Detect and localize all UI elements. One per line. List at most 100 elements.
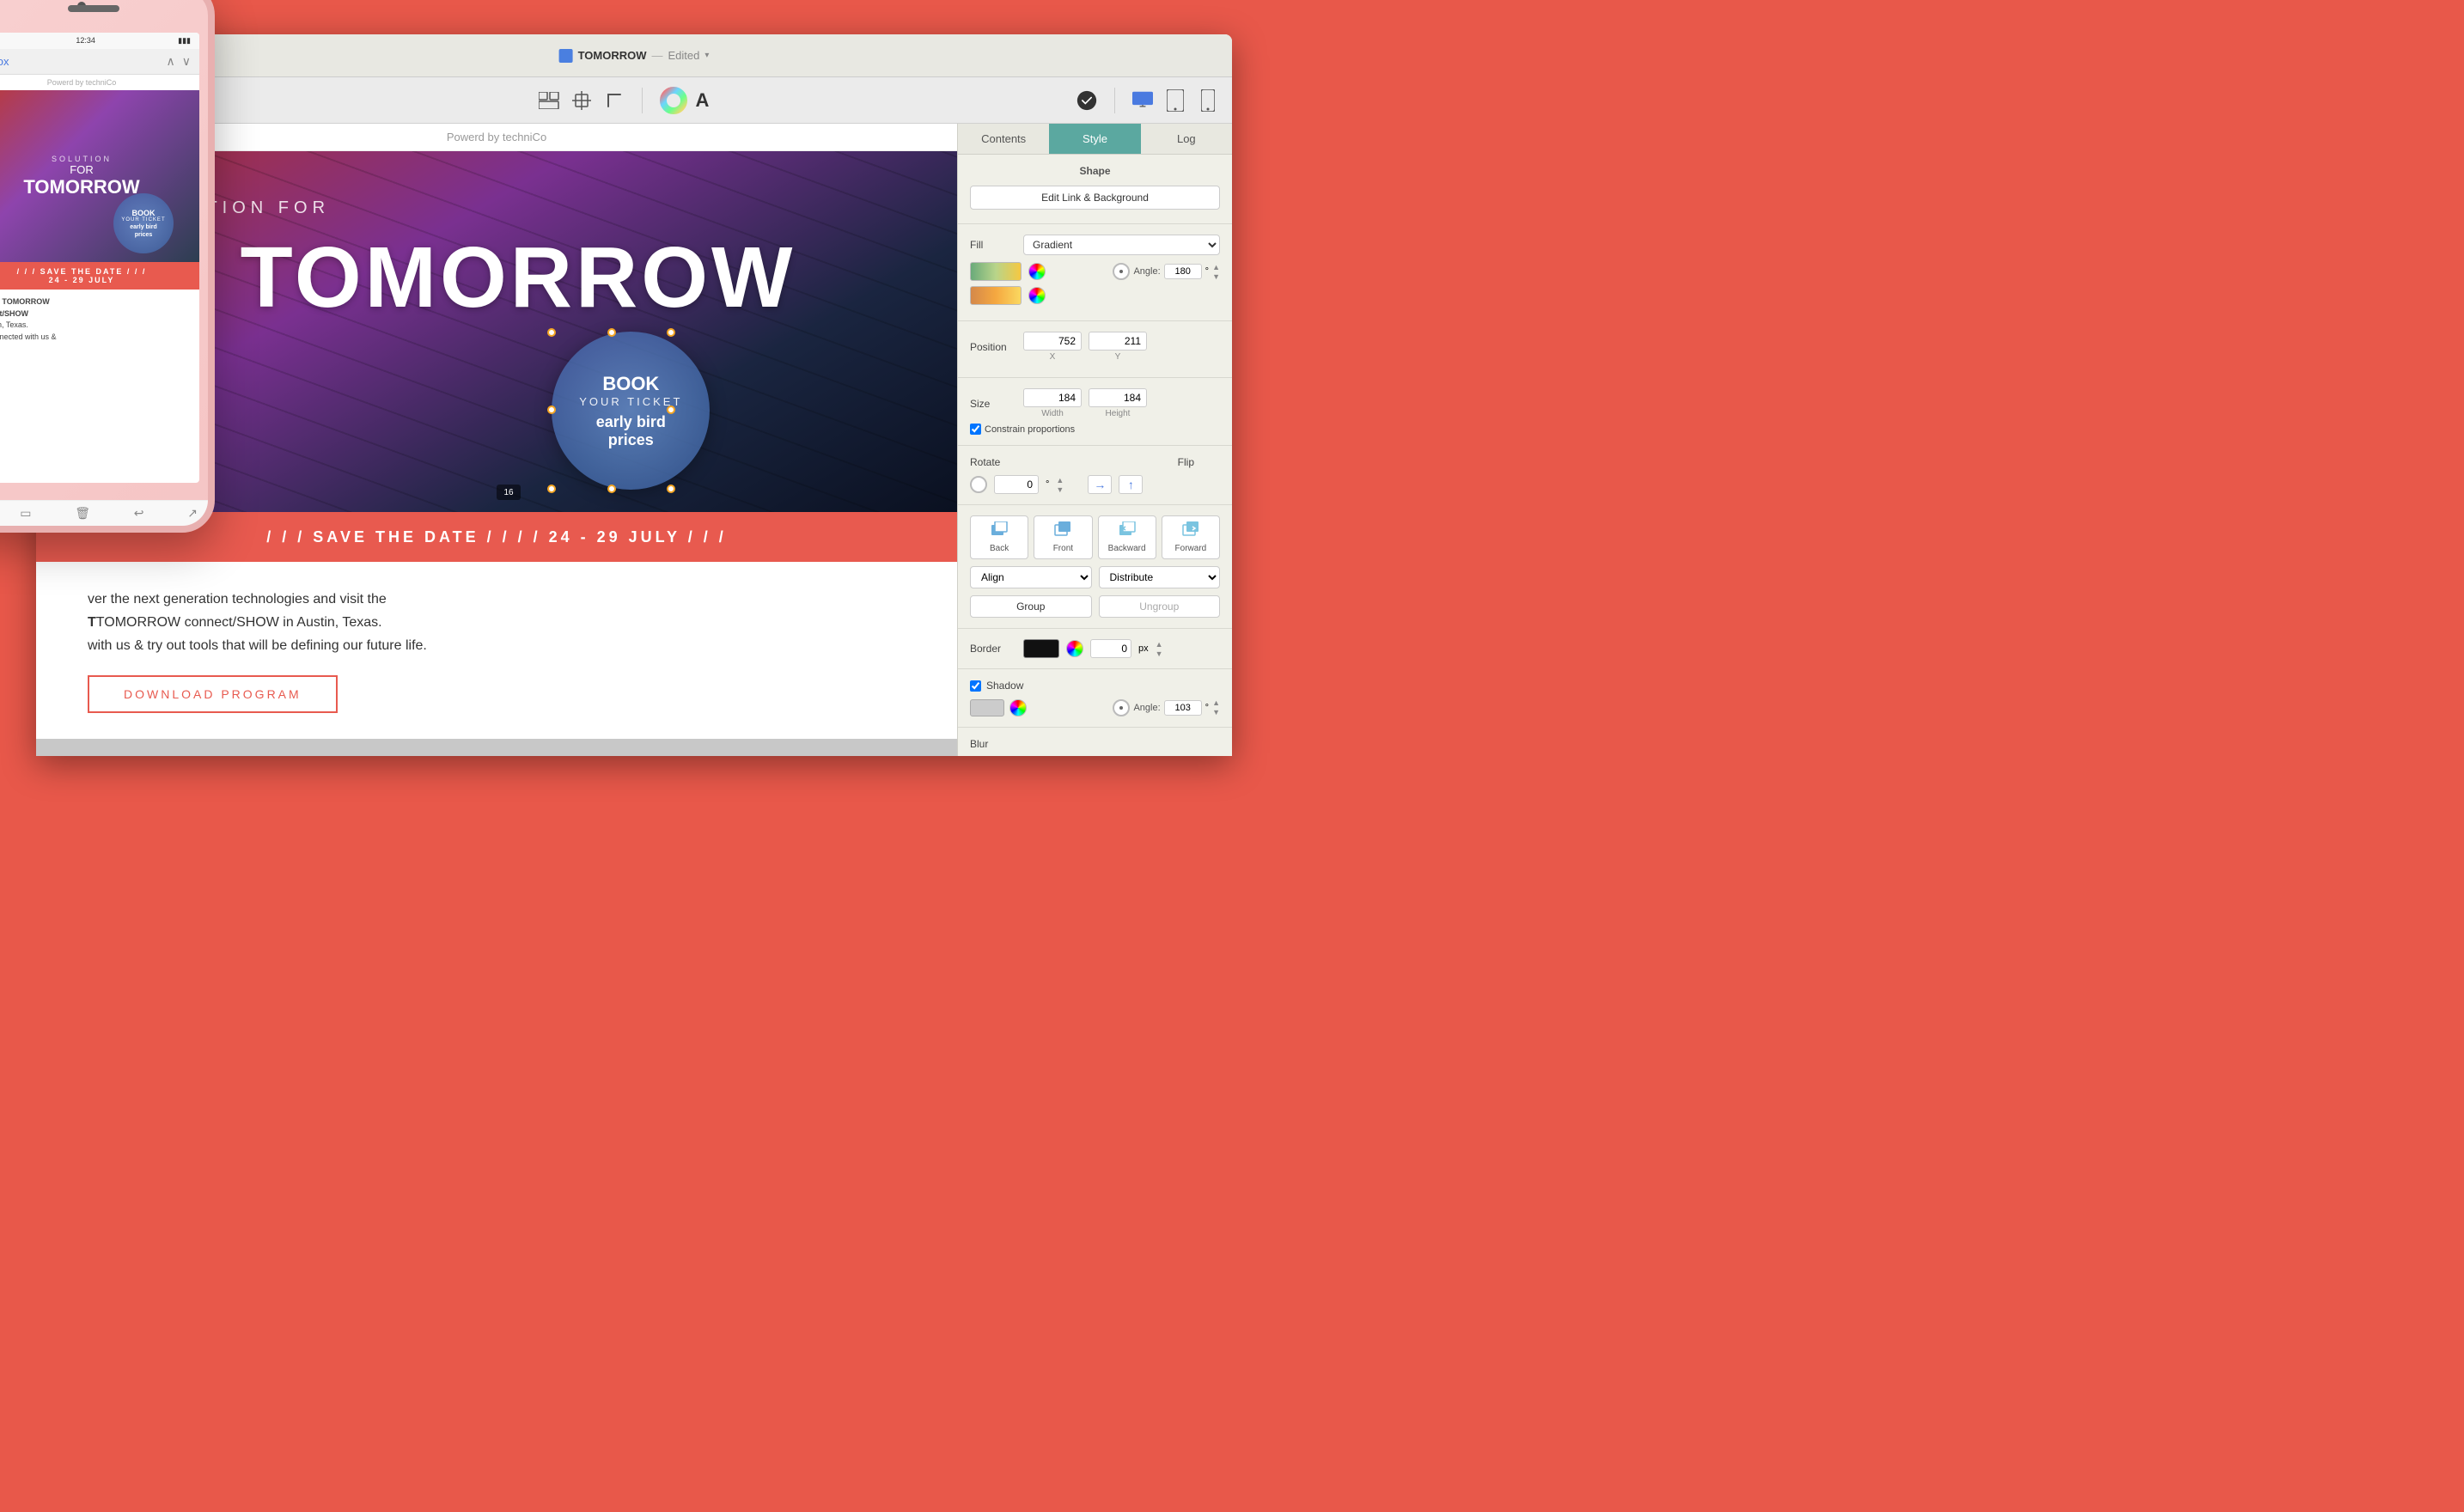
rotate-down[interactable]: ▼: [1056, 485, 1064, 494]
flip-horizontal-button[interactable]: →: [1088, 475, 1112, 494]
sel-handle-bl[interactable]: [547, 485, 556, 493]
position-section: Position X Y: [958, 321, 1232, 378]
blur-label-row: Blur: [970, 738, 1220, 750]
width-input-group: Width: [1023, 388, 1082, 418]
angle-up[interactable]: ▲: [1212, 263, 1220, 271]
border-down[interactable]: ▼: [1156, 649, 1163, 658]
shadow-angle-knob[interactable]: [1113, 699, 1130, 716]
save-date-text: / / / SAVE THE DATE / / / / 24 - 29 JULY…: [266, 528, 726, 546]
corner-icon[interactable]: [604, 90, 625, 111]
phone-inbox-label[interactable]: Inbox: [0, 55, 9, 68]
align-select[interactable]: Align: [970, 566, 1092, 588]
rotate-knob[interactable]: [970, 476, 987, 493]
fill-row: Fill Gradient: [970, 235, 1220, 255]
gradient-swatch-2[interactable]: [970, 286, 1022, 305]
crosshair-icon[interactable]: [571, 90, 592, 111]
tab-style[interactable]: Style: [1049, 124, 1140, 154]
arrange-buttons: Back Front Backward: [970, 515, 1220, 559]
phone-nav-up[interactable]: ∧: [167, 54, 175, 69]
window-title-area: TOMORROW — Edited ▾: [559, 49, 710, 63]
backward-button[interactable]: Backward: [1098, 515, 1156, 559]
shape-section-title: Shape: [970, 165, 1220, 177]
group-button[interactable]: Group: [970, 595, 1092, 618]
fill-type-select[interactable]: Gradient: [1023, 235, 1220, 255]
layout-icon[interactable]: [539, 90, 559, 111]
shadow-angle-input[interactable]: [1164, 700, 1202, 716]
angle-unit: °: [1205, 266, 1209, 277]
sel-handle-tc[interactable]: [607, 328, 616, 337]
body-text-2: TTOMORROW connect/SHOW in Austin, Texas.: [88, 615, 382, 630]
tablet-icon[interactable]: [1165, 90, 1186, 111]
rotate-up[interactable]: ▲: [1056, 476, 1064, 485]
size-label: Size: [970, 398, 1016, 410]
angle-input[interactable]: [1164, 264, 1202, 279]
shadow-label: Shadow: [986, 680, 1023, 692]
phone-body-4: Get connected with us &: [0, 332, 191, 344]
tab-log[interactable]: Log: [1141, 124, 1232, 154]
flip-vertical-button[interactable]: ↑: [1119, 475, 1143, 494]
y-label: Y: [1089, 352, 1147, 362]
border-color-circle[interactable]: [1066, 640, 1083, 657]
shadow-color-circle[interactable]: [1009, 699, 1027, 716]
phone-circle-book: BOOK: [132, 209, 156, 217]
shadow-angle-spinners: ▲ ▼: [1212, 698, 1220, 716]
blur-section: Blur px ▲ ▼: [958, 728, 1232, 756]
sel-handle-tl[interactable]: [547, 328, 556, 337]
phone-body-3: in Austin, Texas.: [0, 320, 191, 332]
color-circle-2[interactable]: [1028, 287, 1046, 304]
position-x-input[interactable]: [1023, 332, 1082, 351]
phone-speaker: [68, 5, 119, 12]
constrain-checkbox[interactable]: [970, 424, 981, 435]
border-width-input[interactable]: [1090, 639, 1131, 658]
color-wheel-icon[interactable]: [660, 87, 687, 114]
shadow-angle-down[interactable]: ▼: [1212, 708, 1220, 716]
border-row: Border px ▲ ▼: [970, 639, 1220, 658]
circle-element[interactable]: BOOK YOUR TICKET early bird prices: [552, 332, 710, 490]
constrain-row: Constrain proportions: [970, 424, 1220, 435]
position-row: Position X Y: [970, 332, 1220, 362]
distribute-select[interactable]: Distribute: [1099, 566, 1221, 588]
edit-link-background-button[interactable]: Edit Link & Background: [970, 186, 1220, 210]
sel-handle-bc[interactable]: [607, 485, 616, 493]
check-icon[interactable]: [1076, 90, 1097, 111]
rotate-label: Rotate: [970, 456, 1000, 468]
rotate-input[interactable]: [994, 475, 1039, 494]
backward-icon: [1118, 521, 1137, 541]
phone-nav-down[interactable]: ∨: [182, 54, 191, 69]
position-y-input[interactable]: [1089, 332, 1147, 351]
toolbar-separator-3: [1114, 88, 1115, 113]
group-row: Group Ungroup: [970, 595, 1220, 618]
border-up[interactable]: ▲: [1156, 640, 1163, 649]
tab-contents[interactable]: Contents: [958, 124, 1049, 154]
edited-label: Edited: [668, 49, 700, 62]
font-icon[interactable]: A: [692, 90, 713, 111]
color-circle-1[interactable]: [1028, 263, 1046, 280]
border-color-swatch[interactable]: [1023, 639, 1059, 658]
phone-circle-your: YOUR TICKET: [121, 217, 165, 223]
width-input[interactable]: [1023, 388, 1082, 407]
forward-button[interactable]: Forward: [1162, 515, 1220, 559]
front-button[interactable]: Front: [1034, 515, 1092, 559]
angle-down[interactable]: ▼: [1212, 272, 1220, 281]
front-icon: [1053, 521, 1072, 541]
gradient-swatch-1[interactable]: [970, 262, 1022, 281]
phone-tomorrow-bold: TOMORROW: [2, 297, 49, 306]
sel-handle-ml[interactable]: [547, 405, 556, 414]
phone-body-2: connect/SHOW: [0, 308, 191, 320]
shadow-checkbox[interactable]: [970, 680, 981, 692]
mobile-icon[interactable]: [1198, 90, 1218, 111]
phone-time: 12:34: [76, 36, 95, 46]
phone-hero-tomorrow: TOMORROW: [23, 176, 139, 198]
back-button[interactable]: Back: [970, 515, 1028, 559]
desktop-icon[interactable]: [1132, 90, 1153, 111]
height-input[interactable]: [1089, 388, 1147, 407]
ungroup-button[interactable]: Ungroup: [1099, 595, 1221, 618]
shadow-angle-up[interactable]: ▲: [1212, 698, 1220, 707]
download-btn[interactable]: DOWNLOAD PROGRAM: [88, 675, 338, 713]
phone-save-date: / / / SAVE THE DATE / / / 24 - 29 JULY: [0, 262, 199, 290]
border-section: Border px ▲ ▼: [958, 629, 1232, 669]
shadow-color-swatch[interactable]: [970, 699, 1004, 716]
title-bar: TOMORROW — Edited ▾: [36, 34, 1232, 77]
title-dropdown-arrow[interactable]: ▾: [704, 51, 709, 60]
angle-knob[interactable]: [1113, 263, 1130, 280]
